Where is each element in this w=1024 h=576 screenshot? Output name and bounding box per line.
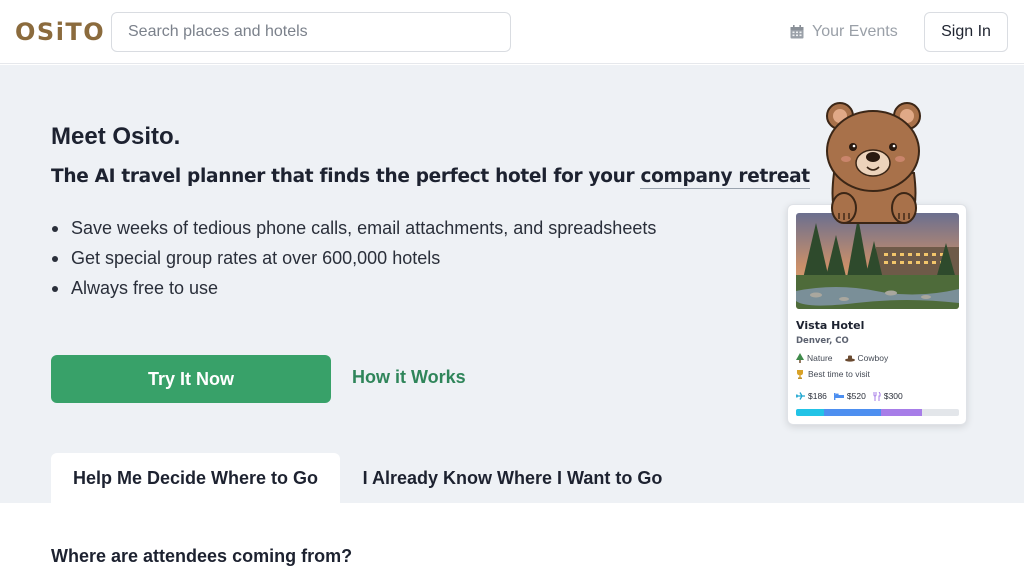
price-bar-hotel: [823, 409, 881, 416]
attendees-origin-question: Where are attendees coming from?: [51, 546, 353, 566]
food-price: $300: [873, 391, 903, 401]
cowboy-hat-icon: [844, 355, 855, 362]
tag-label: Nature: [807, 353, 833, 363]
your-events-label: Your Events: [812, 23, 898, 40]
tagline-highlight: company retreat: [640, 166, 810, 189]
your-events-link[interactable]: Your Events: [790, 20, 898, 44]
hotel-preview-card: Vista Hotel Denver, CO Nature Cowboy Bes…: [787, 204, 967, 425]
benefit-item: Always free to use: [51, 276, 656, 306]
calendar-icon: [790, 25, 804, 39]
hotel-tags: Nature Cowboy: [796, 353, 888, 363]
hotel-price: $520: [833, 391, 866, 401]
tree-icon: [796, 353, 804, 363]
airplane-icon: [796, 392, 805, 400]
sign-in-button[interactable]: Sign In: [924, 12, 1008, 52]
hotel-name: Vista Hotel: [796, 319, 865, 332]
flight-price: $186: [796, 391, 827, 401]
hero-tagline: The AI travel planner that finds the per…: [51, 166, 810, 189]
tagline-text: The AI travel planner that finds the per…: [51, 166, 641, 187]
benefit-item: Save weeks of tedious phone calls, email…: [51, 216, 656, 246]
hotel-price-value: $520: [846, 391, 866, 401]
flight-price-value: $186: [808, 391, 827, 401]
tab-help-me-decide[interactable]: Help Me Decide Where to Go: [51, 453, 340, 503]
top-navbar: OSiTO Your Events Sign In: [0, 0, 1024, 64]
trophy-icon: [797, 369, 803, 379]
tag-nature: Nature: [796, 353, 833, 363]
price-bar-food: [880, 409, 922, 416]
benefits-list: Save weeks of tedious phone calls, email…: [51, 216, 656, 306]
price-row: $186 $520 $300: [796, 391, 903, 401]
food-price-value: $300: [883, 391, 903, 401]
price-breakdown-bar: [796, 409, 959, 416]
bed-icon: [833, 392, 844, 400]
hotel-photo: [796, 213, 959, 309]
tag-label: Cowboy: [857, 353, 889, 363]
price-bar-flight: [796, 409, 824, 416]
how-it-works-link[interactable]: How it Works: [352, 367, 466, 388]
hotel-location: Denver, CO: [796, 336, 849, 346]
tab-already-know[interactable]: I Already Know Where I Want to Go: [340, 453, 685, 503]
hero-title: Meet Osito.: [51, 123, 181, 150]
osito-logo[interactable]: OSiTO: [15, 18, 105, 46]
osito-bear-mascot: [826, 102, 921, 224]
best-time-row: Best time to visit: [796, 369, 870, 379]
best-time-label: Best time to visit: [808, 369, 870, 379]
try-it-now-button[interactable]: Try It Now: [51, 355, 331, 403]
search-input[interactable]: [111, 12, 511, 52]
benefit-item: Get special group rates at over 600,000 …: [51, 246, 656, 276]
tag-cowboy: Cowboy: [844, 353, 889, 363]
fork-knife-icon: [873, 391, 881, 401]
